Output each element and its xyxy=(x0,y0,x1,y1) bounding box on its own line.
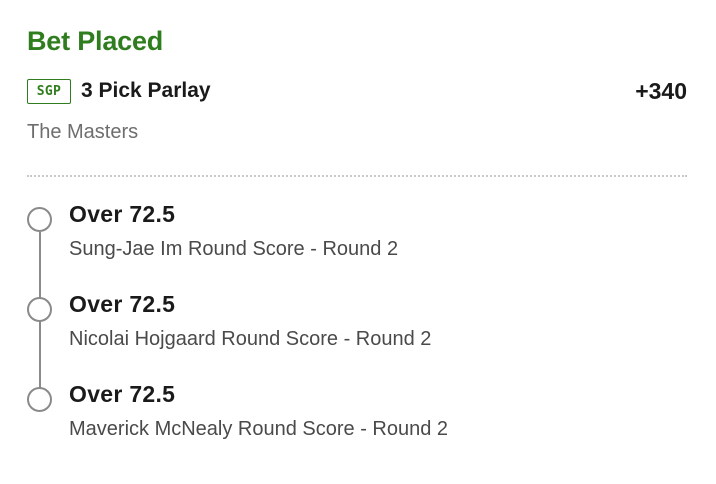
bet-type-label: 3 Pick Parlay xyxy=(81,79,211,102)
event-name: The Masters xyxy=(27,121,139,143)
leg-status-circle-icon xyxy=(27,297,52,322)
leg-market: Sung-Jae Im Round Score - Round 2 xyxy=(69,238,399,260)
leg-selection: Over 72.5 xyxy=(69,381,176,407)
parlay-leg-3: Over 72.5 Maverick McNealy Round Score -… xyxy=(0,378,716,448)
bet-status-title: Bet Placed xyxy=(27,26,164,56)
bet-slip-card: Bet Placed SGP 3 Pick Parlay +340 The Ma… xyxy=(0,0,716,484)
dotted-divider xyxy=(27,175,687,177)
leg-market: Maverick McNealy Round Score - Round 2 xyxy=(69,418,449,440)
leg-status-circle-icon xyxy=(27,207,52,232)
leg-selection: Over 72.5 xyxy=(69,291,176,317)
parlay-leg-2: Over 72.5 Nicolai Hojgaard Round Score -… xyxy=(0,288,716,358)
leg-market: Nicolai Hojgaard Round Score - Round 2 xyxy=(69,328,432,350)
leg-selection: Over 72.5 xyxy=(69,201,176,227)
parlay-leg-1: Over 72.5 Sung-Jae Im Round Score - Roun… xyxy=(0,198,716,268)
leg-status-circle-icon xyxy=(27,387,52,412)
bet-header-row: SGP 3 Pick Parlay xyxy=(27,76,687,106)
sgp-badge: SGP xyxy=(27,78,71,104)
bet-odds: +340 xyxy=(635,78,687,104)
